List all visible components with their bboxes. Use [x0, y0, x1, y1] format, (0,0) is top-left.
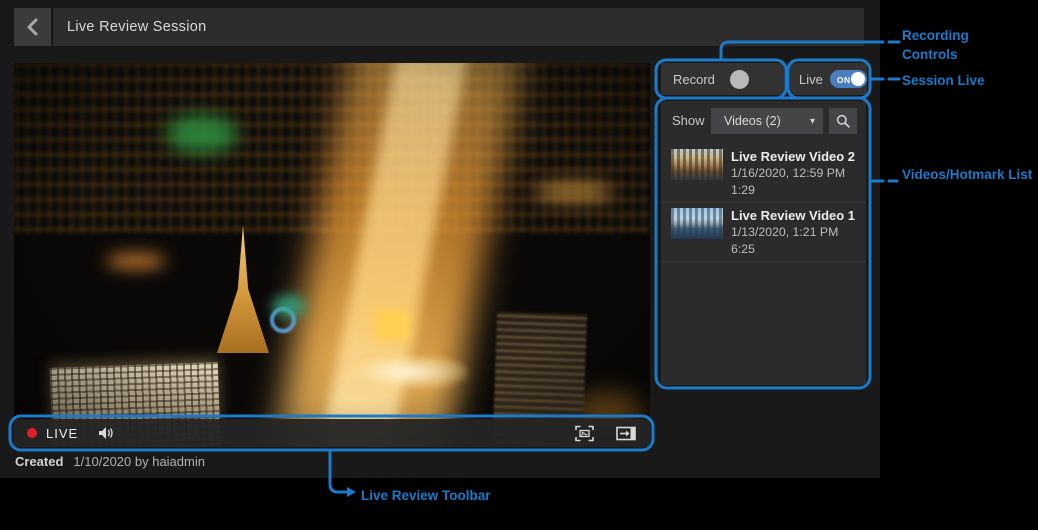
- video-datetime: 1/13/2020, 1:21 PM: [731, 224, 855, 241]
- video-meta: Live Review Video 2 1/16/2020, 12:59 PM …: [731, 148, 855, 199]
- volume-button[interactable]: [98, 426, 115, 440]
- back-button[interactable]: [14, 8, 51, 46]
- chevron-left-icon: [27, 18, 38, 36]
- video-duration: 6:25: [731, 241, 855, 258]
- video-thumbnail: [671, 149, 723, 180]
- record-icon: [730, 70, 749, 89]
- screen: Live Review Session LIVE: [0, 0, 1038, 530]
- videos-hotmark-panel: Show Videos (2) ▾ Live Review Video 2 1/…: [661, 101, 866, 385]
- show-label: Show: [672, 113, 705, 128]
- record-label: Record: [673, 72, 715, 87]
- panel-arrow-right-icon: [616, 426, 636, 441]
- speaker-icon: [98, 426, 115, 440]
- live-indicator-label: LIVE: [46, 426, 78, 441]
- video-meta: Live Review Video 1 1/13/2020, 1:21 PM 6…: [731, 207, 855, 258]
- show-filter-value: Videos (2): [724, 114, 810, 128]
- show-filter-dropdown[interactable]: Videos (2) ▾: [711, 108, 823, 134]
- video-player: LIVE: [14, 63, 650, 447]
- session-live-control: Live ON: [790, 63, 867, 95]
- live-toggle[interactable]: ON: [830, 70, 867, 88]
- video-list: Live Review Video 2 1/16/2020, 12:59 PM …: [661, 144, 866, 262]
- video-thumbnail: [671, 208, 723, 239]
- search-icon: [836, 114, 850, 128]
- snapshot-button[interactable]: [575, 425, 594, 442]
- created-value: 1/10/2020 by haiadmin: [73, 454, 205, 469]
- video-frame: [14, 63, 650, 447]
- video-list-item[interactable]: Live Review Video 1 1/13/2020, 1:21 PM 6…: [661, 203, 866, 262]
- video-datetime: 1/16/2020, 12:59 PM: [731, 165, 855, 182]
- session-created-info: Created 1/10/2020 by haiadmin: [15, 454, 205, 469]
- snapshot-icon: [575, 425, 594, 442]
- annotation-live-review-toolbar: Live Review Toolbar: [361, 486, 591, 505]
- live-indicator-icon: [27, 428, 37, 438]
- page-title: Live Review Session: [53, 19, 207, 35]
- header-bar: Live Review Session: [53, 8, 864, 46]
- record-button[interactable]: Record: [661, 63, 784, 95]
- chevron-down-icon: ▾: [810, 116, 815, 127]
- callout-arrow-icon: [347, 487, 356, 497]
- annotation-videos-hotmark-list: Videos/Hotmark List: [902, 165, 1038, 184]
- video-list-item[interactable]: Live Review Video 2 1/16/2020, 12:59 PM …: [661, 144, 866, 203]
- video-title: Live Review Video 2: [731, 148, 855, 165]
- toggle-knob: [851, 72, 865, 86]
- live-review-toolbar: LIVE: [14, 419, 650, 447]
- video-title: Live Review Video 1: [731, 207, 855, 224]
- annotation-session-live: Session Live: [902, 71, 1038, 90]
- app-window: Live Review Session LIVE: [0, 0, 880, 478]
- search-button[interactable]: [829, 108, 857, 134]
- live-label: Live: [799, 72, 823, 87]
- annotation-recording-controls: Recording Controls: [902, 26, 1008, 64]
- video-duration: 1:29: [731, 182, 855, 199]
- toggle-state-label: ON: [837, 75, 851, 85]
- created-label: Created: [15, 454, 63, 469]
- open-panel-button[interactable]: [616, 426, 636, 441]
